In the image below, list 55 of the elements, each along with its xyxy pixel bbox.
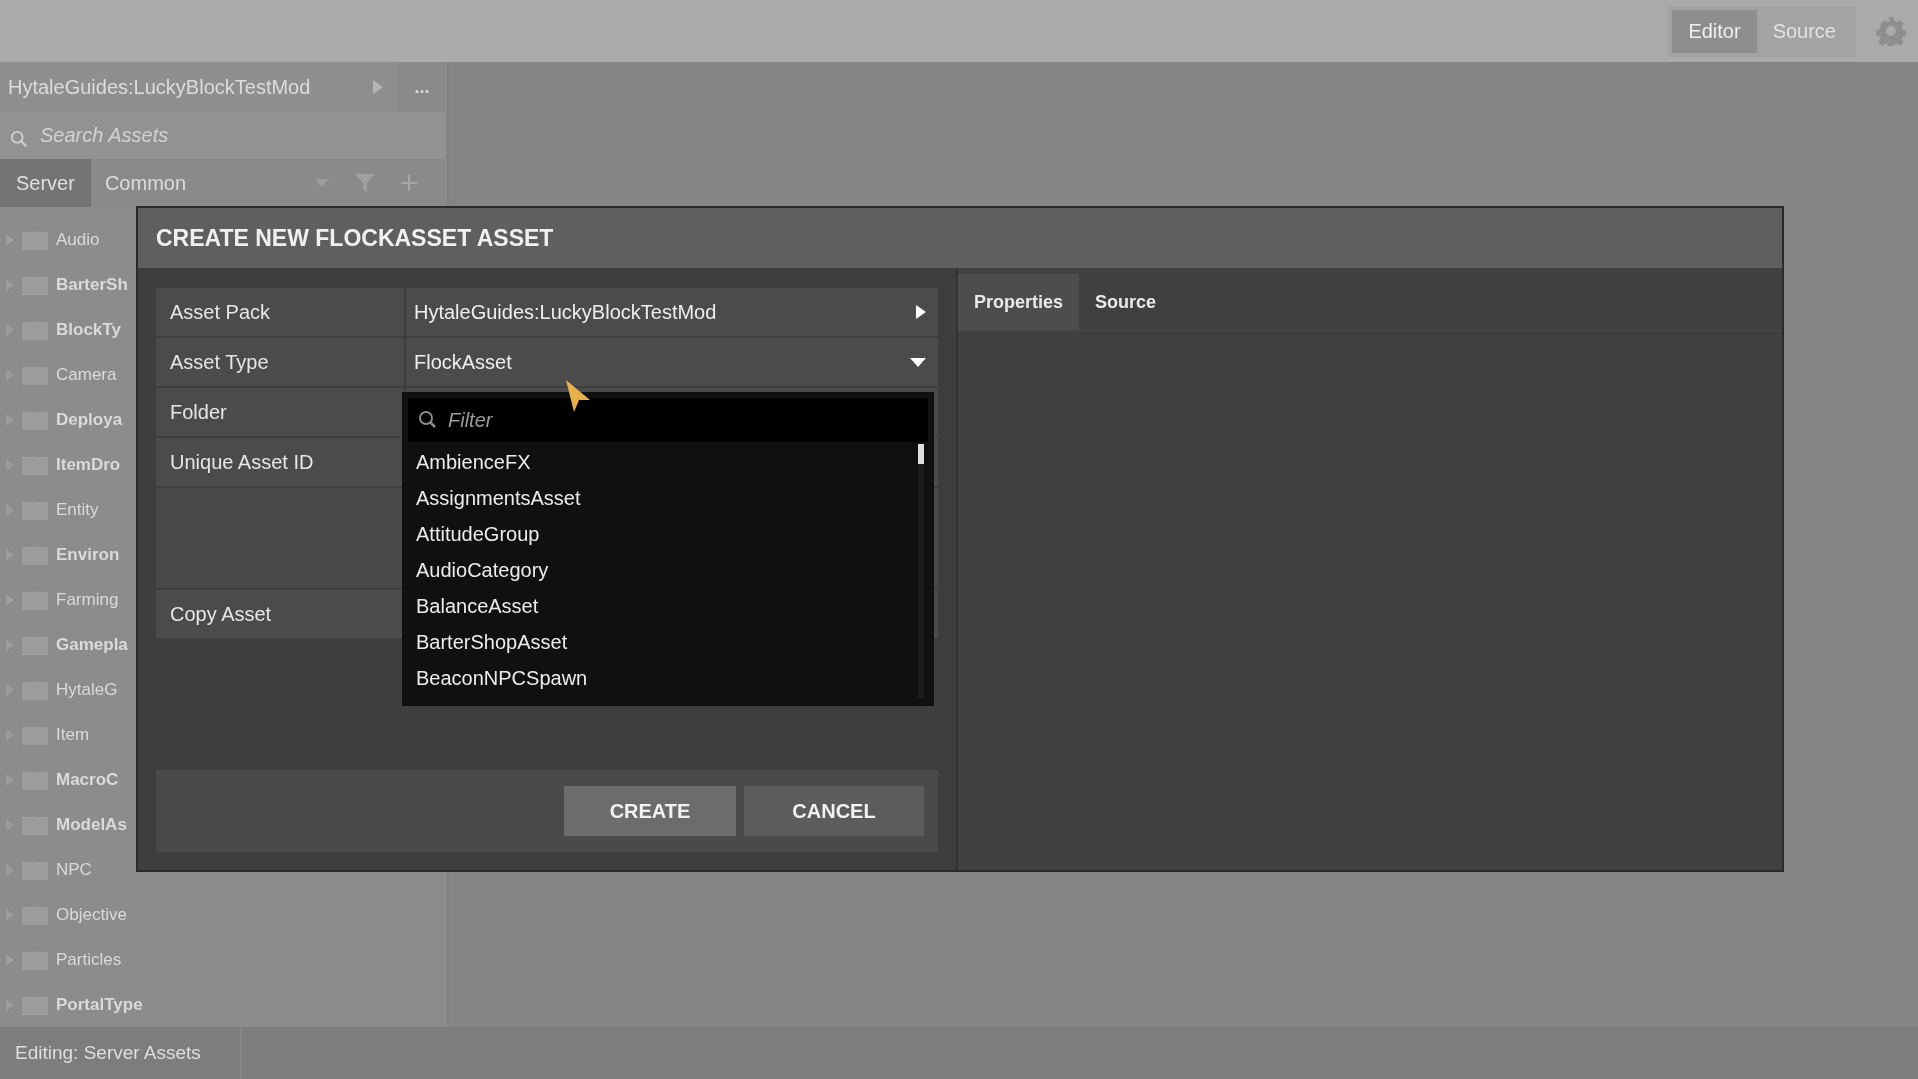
caret-icon [910,357,926,367]
field-label: Unique Asset ID [156,438,404,486]
folder-label[interactable]: ModelAs [56,814,127,835]
add-icon[interactable] [400,175,417,191]
asset-pack-name[interactable]: HytaleGuides:LuckyBlockTestMod [8,75,373,99]
folder-label[interactable]: Objective [56,904,127,925]
create-button[interactable]: CREATE [564,786,736,836]
dropdown-option[interactable]: AudioCategory [408,552,918,588]
folder-label[interactable]: NPC [56,859,92,880]
dropdown-option[interactable]: AmbienceFX [408,444,918,480]
panel-tab[interactable]: Source [1079,274,1173,330]
category-select[interactable]: Common [104,171,315,195]
dropdown-option[interactable]: BalanceAsset [408,588,918,624]
folder-label[interactable]: Item [56,724,90,745]
dropdown-option[interactable]: BeaconNPCSpawn [408,660,918,696]
folder-label[interactable]: Gamepla [56,634,128,655]
panel-tab[interactable]: Properties [958,274,1080,330]
folder-label[interactable]: Particles [56,949,122,970]
folder-label[interactable]: Farming [56,589,119,610]
folder-label[interactable]: HytaleG [56,679,118,700]
field-label: Asset Pack [156,288,404,336]
search-field[interactable]: Search Assets [0,112,445,159]
settings-icon[interactable] [1876,16,1906,46]
folder-label[interactable]: Deploya [56,409,123,430]
cancel-button[interactable]: CANCEL [744,786,924,836]
field-label: Asset Type [156,338,404,386]
server-tab[interactable]: Server [0,159,91,207]
dropdown-option[interactable]: BarterShopAsset [408,624,918,660]
folder-label[interactable]: BarterSh [56,274,128,295]
more-button[interactable]: ... [397,62,447,112]
submenu-arrow-icon [916,305,926,319]
folder-label[interactable]: Entity [56,499,99,520]
asset-type-select[interactable]: FlockAsset [406,338,938,386]
folder-label[interactable]: Environ [56,544,120,565]
folder-label[interactable]: BlockTy [56,319,121,340]
scrollbar[interactable] [918,444,924,698]
dialog-title: CREATE NEW FLOCKASSET ASSET [138,208,1782,268]
search-icon [418,410,438,430]
filter-field[interactable]: Filter [408,398,928,442]
folder-label[interactable]: Camera [56,364,117,385]
folder-label[interactable]: Audio [56,229,100,250]
cursor-icon [566,380,590,412]
folder-label[interactable]: ItemDro [56,454,121,475]
status-text: Editing: Server Assets [0,1027,242,1079]
search-icon [10,130,28,148]
field-label: Copy Asset [156,590,404,638]
dropdown-option[interactable]: AssignmentsAsset [408,480,918,516]
dropdown-option[interactable]: AttitudeGroup [408,516,918,552]
folder-label[interactable]: MacroC [56,769,119,790]
mode-tab[interactable]: Source [1756,9,1852,53]
mode-tab[interactable]: Editor [1672,9,1757,53]
field-label: Folder [156,388,404,436]
expand-arrow-icon[interactable] [373,80,383,94]
folder-label[interactable]: PortalType [56,994,143,1015]
asset-pack-select[interactable]: HytaleGuides:LuckyBlockTestMod [406,288,938,336]
